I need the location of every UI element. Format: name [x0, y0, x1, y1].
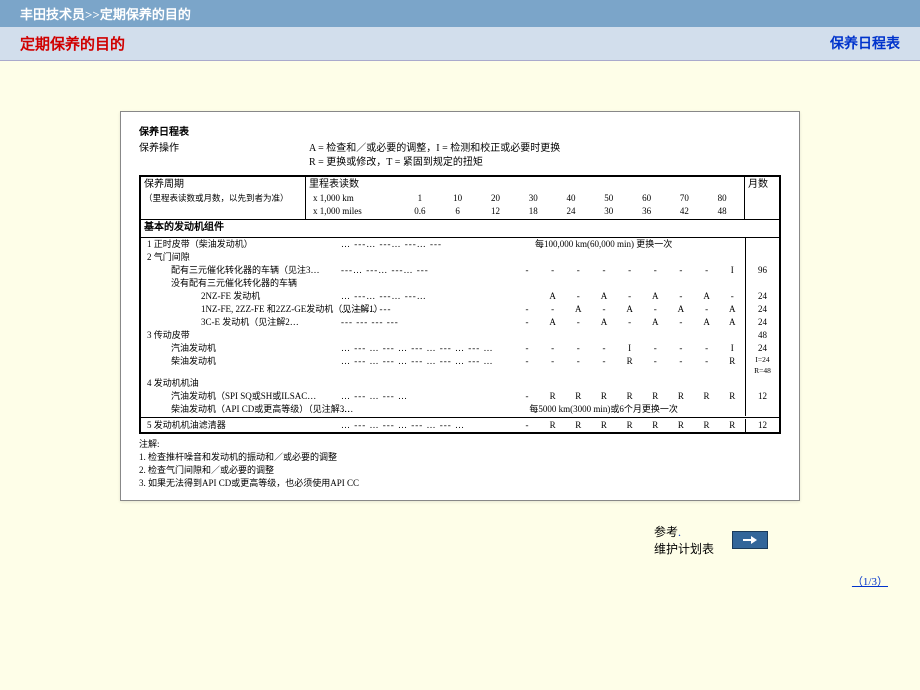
- page-indicator[interactable]: （1/3）: [0, 567, 920, 595]
- item-2b3: 3C-E 发动机（见注解2…--- --- --- --- -A-A-A-AA …: [141, 316, 779, 329]
- km-row: x 1,000 km 11020304050607080: [309, 192, 741, 205]
- note-1: 1. 检查推杆噪音和发动机的振动和／或必要的调整: [139, 451, 781, 464]
- item-2b: 没有配有三元催化转化器的车辆: [141, 277, 779, 290]
- item-1: 1 正时皮带（柴油发动机） … ---… ---… ---… --- 每100,…: [141, 238, 779, 251]
- note-2: 2. 检查气门间隙和／或必要的调整: [139, 464, 781, 477]
- subheader: 定期保养的目的 保养日程表: [0, 27, 920, 61]
- period-sub: （里程表读数或月数，以先到者为准）: [144, 192, 302, 204]
- item-4b: 柴油发动机（API CD或更高等级）（见注解3…… 每5000 km(3000 …: [141, 403, 779, 416]
- notes-title: 注解:: [139, 438, 781, 451]
- item-4a: 汽油发动机（SPI SQ或SH或ILSAC…… --- … --- … -RRR…: [141, 390, 779, 403]
- note-3: 3. 如果无法得到API CD或更高等级，也必须使用API CC: [139, 477, 781, 490]
- item-2a: 配有三元催化转化器的车辆（见注3…---… ---… ---… --- ----…: [141, 264, 779, 277]
- legend-2: R = 更换或修改，T = 紧固到规定的扭矩: [309, 156, 483, 171]
- footer: 参考. 维护计划表: [120, 523, 800, 557]
- breadcrumb: 丰田技术员>>定期保养的目的: [20, 7, 191, 22]
- next-button[interactable]: [732, 531, 768, 549]
- page-title: 定期保养的目的: [20, 33, 125, 54]
- arrow-right-icon: [743, 535, 757, 545]
- period-label: 保养周期: [144, 178, 302, 193]
- item-2: 2 气门间隙: [141, 251, 779, 264]
- sheet-title: 保养日程表: [139, 127, 189, 138]
- legend-1: A = 检查和／或必要的调整，I = 检测和校正或必要时更换: [309, 142, 560, 157]
- months-label: 月数: [745, 177, 779, 220]
- page-subtitle: 保养日程表: [830, 33, 900, 54]
- odo-label: 里程表读数: [309, 178, 741, 193]
- item-2b2: 1NZ-FE, 2ZZ-FE 和2ZZ-GE发动机（见注解1）… ---… --…: [141, 303, 779, 316]
- app-header: 丰田技术员>>定期保养的目的: [0, 0, 920, 27]
- schedule-sheet: 保养日程表 保养操作 A = 检查和／或必要的调整，I = 检测和校正或必要时更…: [120, 111, 800, 501]
- schedule-table: 保养周期 （里程表读数或月数，以先到者为准） 里程表读数 x 1,000 km …: [139, 175, 781, 434]
- item-5: 5 发动机机油滤清器… --- … --- … --- … --- … -RRR…: [141, 419, 779, 432]
- plan-label: 维护计划表: [654, 540, 714, 557]
- section-engine: 基本的发动机组件: [141, 220, 779, 238]
- item-3b: 柴油发动机… --- … --- … --- … --- … --- … ---…: [141, 355, 779, 377]
- ops-label: 保养操作: [139, 142, 309, 157]
- content-area: 保养日程表 保养操作 A = 检查和／或必要的调整，I = 检测和校正或必要时更…: [0, 61, 920, 567]
- item-3a: 汽油发动机… --- … --- … --- … --- … --- … ---…: [141, 342, 779, 355]
- notes: 注解: 1. 检查推杆噪音和发动机的振动和／或必要的调整 2. 检查气门间隙和／…: [139, 438, 781, 490]
- reference-label: 参考: [654, 525, 678, 539]
- item-2b1: 2NZ-FE 发动机… ---… ---… ---… A-A-A-A- 24: [141, 290, 779, 303]
- item-4: 4 发动机机油: [141, 377, 779, 390]
- item-3: 3 传动皮带48: [141, 329, 779, 342]
- mi-row: x 1,000 miles 0.6612182430364248: [309, 205, 741, 218]
